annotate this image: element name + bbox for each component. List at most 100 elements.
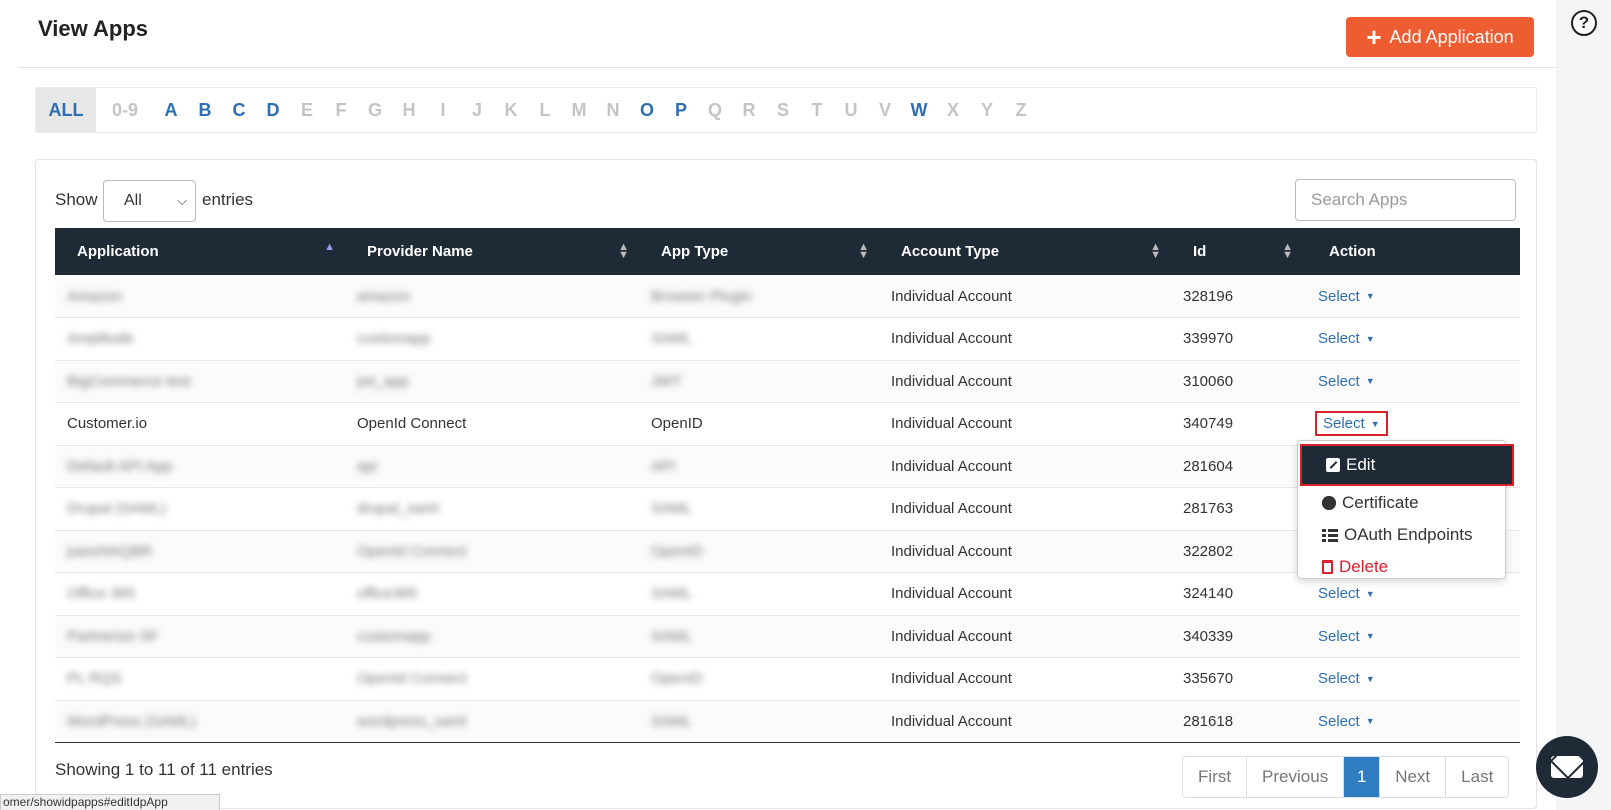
account-type-cell: Individual Account (891, 330, 1012, 348)
alpha-filter-j: J (471, 99, 482, 120)
table-row: Customer.io OpenId Connect OpenID Individua… (55, 403, 1520, 445)
column-header-provider[interactable]: Provider Name ▲ ▼ (345, 228, 639, 275)
chat-button[interactable] (1536, 736, 1598, 798)
app-type-cell: SAML (651, 500, 692, 518)
list-icon (1322, 528, 1338, 542)
alpha-filter-p[interactable]: P (664, 88, 698, 132)
app-id-cell: 322802 (1183, 542, 1234, 560)
caret-down-icon: ▼ (1365, 588, 1375, 599)
add-application-label: Add Application (1389, 26, 1514, 47)
table-row: WordPress (SAML) wordpress_saml SAML Indivi… (55, 700, 1520, 743)
provider-name-cell: amazon (357, 287, 411, 305)
table-info: Showing 1 to 11 of 11 entries (55, 760, 273, 779)
select-action-button[interactable]: Select ▼ (1315, 583, 1378, 604)
select-action-label: Select (1318, 585, 1360, 603)
alpha-filter-x: X (946, 99, 959, 120)
alpha-filter-d[interactable]: D (256, 88, 290, 132)
column-header-account-type[interactable]: Account Type ▲ ▼ (879, 228, 1171, 275)
app-name-cell: Partnerize SF (67, 627, 159, 645)
app-id-cell: 339970 (1183, 330, 1234, 348)
dropdown-oauth-endpoints[interactable]: OAuth Endpoints (1298, 519, 1507, 551)
alpha-filter-m: M (571, 99, 587, 120)
account-type-cell: Individual Account (891, 670, 1012, 688)
alpha-filter-c[interactable]: C (222, 88, 256, 132)
app-name-cell: Customer.io (67, 415, 148, 433)
page-first[interactable]: First (1183, 757, 1248, 797)
entries-select[interactable]: All ⌵ (103, 180, 196, 222)
select-action-button[interactable]: Select ▼ (1315, 626, 1378, 647)
help-icon[interactable]: ? (1571, 10, 1597, 36)
alpha-filter-z: Z (1015, 99, 1027, 120)
select-action-label: Select (1323, 415, 1365, 433)
table-row: Amplitude customapp SAML Individual Account… (55, 318, 1520, 360)
caret-down-icon: ▼ (1365, 376, 1375, 387)
account-type-cell: Individual Account (891, 542, 1012, 560)
column-header-application[interactable]: Application ▲ (55, 228, 345, 275)
provider-name-cell: office365 (357, 585, 418, 603)
page-last[interactable]: Last (1446, 757, 1508, 797)
dropdown-edit[interactable]: Edit (1300, 444, 1514, 486)
provider-name-cell: customapp (357, 330, 431, 348)
select-action-button[interactable]: Select ▼ (1315, 411, 1388, 437)
account-type-cell: Individual Account (891, 415, 1012, 433)
column-header-id[interactable]: Id ▲ ▼ (1171, 228, 1303, 275)
alpha-filter-all[interactable]: ALL (36, 88, 96, 132)
alpha-filter-u: U (844, 99, 858, 120)
select-action-label: Select (1318, 330, 1360, 348)
app-name-cell: Amazon (67, 287, 123, 305)
app-id-cell: 310060 (1183, 372, 1234, 390)
action-cell: Select ▼ (1303, 700, 1520, 743)
column-header-app-type[interactable]: App Type ▲ ▼ (639, 228, 879, 275)
select-action-button[interactable]: Select ▼ (1315, 371, 1378, 392)
select-action-label: Select (1318, 372, 1360, 390)
dropdown-certificate[interactable]: Certificate (1298, 487, 1507, 519)
search-apps-input[interactable] (1295, 179, 1516, 221)
pagination: First Previous 1 Next Last (1182, 756, 1510, 798)
select-action-label: Select (1318, 287, 1360, 305)
table-row: PL RQS OpenId Connect OpenID Individual Acc… (55, 658, 1520, 700)
alpha-filter-e: E (300, 99, 313, 120)
provider-name-cell: OpenId Connect (357, 670, 467, 688)
provider-name-cell: api (357, 457, 378, 475)
table-header-row: Application ▲ Provider Name ▲ ▼ App Type ▲ ▼ … (55, 228, 1520, 275)
edit-icon (1326, 458, 1340, 472)
app-name-cell: passNAQBR (67, 542, 153, 560)
app-type-cell: Browser Plugin (651, 287, 752, 305)
page-1[interactable]: 1 (1344, 757, 1381, 797)
account-type-cell: Individual Account (891, 627, 1012, 645)
app-name-cell: PL RQS (67, 670, 122, 688)
entries-label: entries (202, 190, 254, 209)
alpha-filter-w[interactable]: W (902, 88, 936, 132)
provider-name-cell: wordpress_saml (357, 712, 467, 730)
mail-icon (1551, 756, 1583, 778)
status-bar-url: omer/showidpapps#editIdpApp (0, 794, 220, 810)
alpha-filter-i: I (440, 99, 446, 120)
account-type-cell: Individual Account (891, 457, 1012, 475)
column-header-action: Action (1329, 243, 1376, 260)
entries-select-value: All (124, 192, 142, 209)
alpha-filter-b[interactable]: B (188, 88, 222, 132)
alpha-filter-v: V (878, 99, 891, 120)
app-name-cell: Default API App (67, 457, 173, 475)
app-type-cell: API (651, 457, 676, 475)
app-name-cell: Office 365 (67, 585, 136, 603)
account-type-cell: Individual Account (891, 585, 1012, 603)
app-type-cell: SAML (651, 330, 692, 348)
sort-icon: ▲ ▼ (1150, 241, 1161, 261)
add-application-button[interactable]: + Add Application (1346, 17, 1534, 57)
app-type-cell: JWT (651, 372, 682, 390)
page-next[interactable]: Next (1380, 757, 1447, 797)
select-action-button[interactable]: Select ▼ (1315, 328, 1378, 349)
select-action-button[interactable]: Select ▼ (1315, 711, 1378, 732)
alpha-filter-o[interactable]: O (630, 88, 664, 132)
account-type-cell: Individual Account (891, 372, 1012, 390)
alpha-filter-r: R (742, 99, 756, 120)
select-action-button[interactable]: Select ▼ (1315, 668, 1378, 689)
certificate-icon (1322, 496, 1336, 510)
alpha-filter-a[interactable]: A (154, 88, 188, 132)
app-id-cell: 340339 (1183, 627, 1234, 645)
page-previous[interactable]: Previous (1247, 757, 1345, 797)
select-action-button[interactable]: Select ▼ (1315, 286, 1378, 307)
sort-asc-icon: ▲ (324, 241, 335, 253)
dropdown-delete[interactable]: Delete (1298, 551, 1507, 583)
